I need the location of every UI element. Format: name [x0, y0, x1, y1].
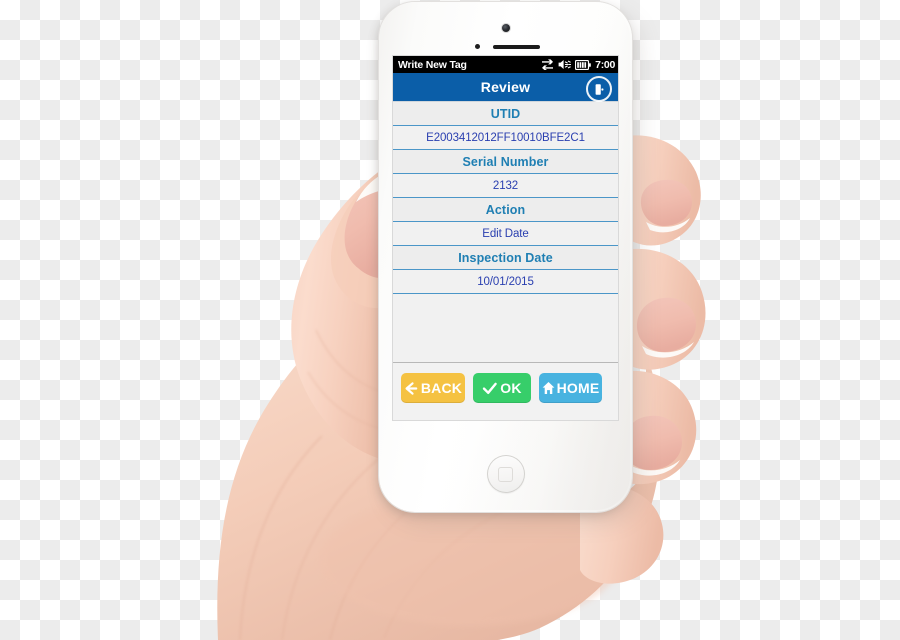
- table-row-value-serial-number: 2132: [393, 174, 618, 198]
- exit-door-icon[interactable]: [586, 76, 612, 102]
- field-label: Inspection Date: [458, 250, 553, 265]
- front-camera: [501, 24, 510, 32]
- app-title-bar: Review: [393, 73, 618, 102]
- ok-button[interactable]: OK: [473, 373, 531, 403]
- home-button-ui[interactable]: HOME: [539, 373, 602, 403]
- status-bar-clock: 7:00: [595, 58, 615, 71]
- phone-screen: Write New Tag 7:00 Review UTID E20034120…: [393, 56, 618, 420]
- table-row-value-inspection-date: 10/01/2015: [393, 270, 618, 294]
- hardware-home-button[interactable]: [486, 455, 525, 493]
- check-icon: [482, 381, 498, 396]
- table-row-header-action: Action: [393, 198, 618, 222]
- review-table: UTID E2003412012FF10010BFE2C1 Serial Num…: [393, 101, 618, 363]
- table-row-header-inspection-date: Inspection Date: [393, 246, 618, 270]
- table-row-value-utid: E2003412012FF10010BFE2C1: [393, 126, 618, 150]
- table-empty-area: [393, 294, 618, 363]
- field-label: UTID: [490, 106, 521, 121]
- proximity-sensor-icon: [474, 44, 480, 49]
- battery-icon: [575, 59, 591, 70]
- smartphone-device: Write New Tag 7:00 Review UTID E20034120…: [379, 2, 632, 512]
- page-title: Review: [480, 79, 531, 95]
- data-transfer-icon: [541, 59, 554, 70]
- action-button-bar: BACK OK HOME: [393, 363, 618, 403]
- earpiece-speaker: [492, 45, 540, 49]
- home-button-label: HOME: [556, 380, 600, 396]
- home-button-square-icon: [498, 466, 513, 482]
- field-label: Serial Number: [462, 154, 549, 169]
- screenshot-stage: Write New Tag 7:00 Review UTID E20034120…: [0, 0, 900, 640]
- back-button[interactable]: BACK: [401, 373, 465, 403]
- thumb: [291, 162, 392, 462]
- home-icon: [542, 381, 555, 395]
- table-row-header-utid: UTID: [393, 102, 618, 126]
- ok-button-label: OK: [500, 380, 522, 396]
- field-value: 2132: [492, 179, 519, 192]
- field-value: 10/01/2015: [477, 275, 534, 288]
- field-label: Action: [485, 202, 526, 217]
- status-bar-title: Write New Tag: [398, 58, 467, 71]
- field-value: Edit Date: [482, 227, 529, 240]
- volume-mute-icon: [558, 59, 572, 70]
- table-row-value-action: Edit Date: [393, 222, 618, 246]
- back-button-label: BACK: [420, 380, 463, 396]
- field-value: E2003412012FF10010BFE2C1: [426, 131, 585, 144]
- table-row-header-serial-number: Serial Number: [393, 150, 618, 174]
- arrow-left-icon: [404, 381, 419, 396]
- status-bar: Write New Tag 7:00: [393, 56, 618, 73]
